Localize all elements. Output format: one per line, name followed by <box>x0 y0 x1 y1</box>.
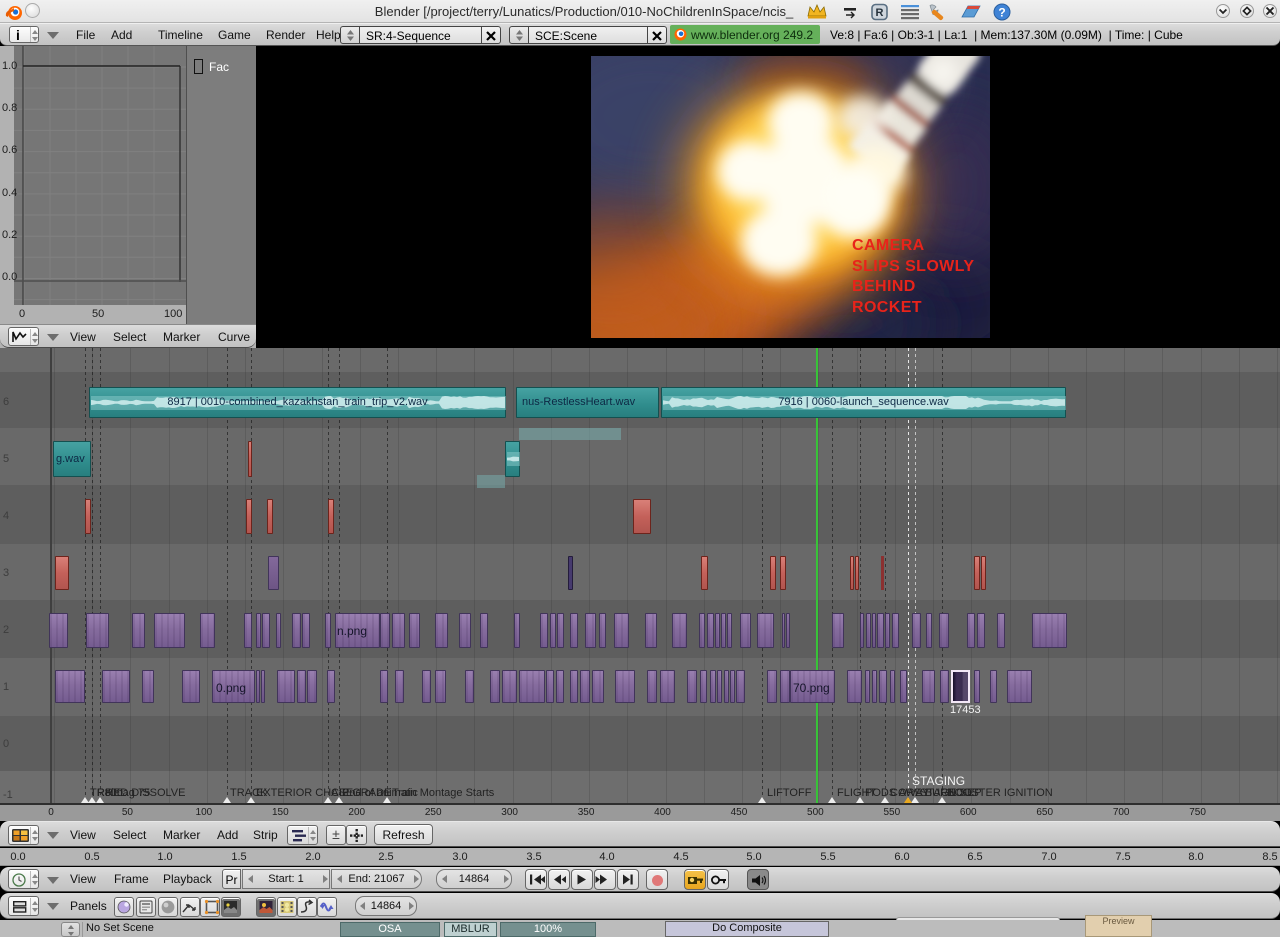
svg-text:R: R <box>876 7 884 19</box>
svg-text:?: ? <box>998 5 1005 19</box>
